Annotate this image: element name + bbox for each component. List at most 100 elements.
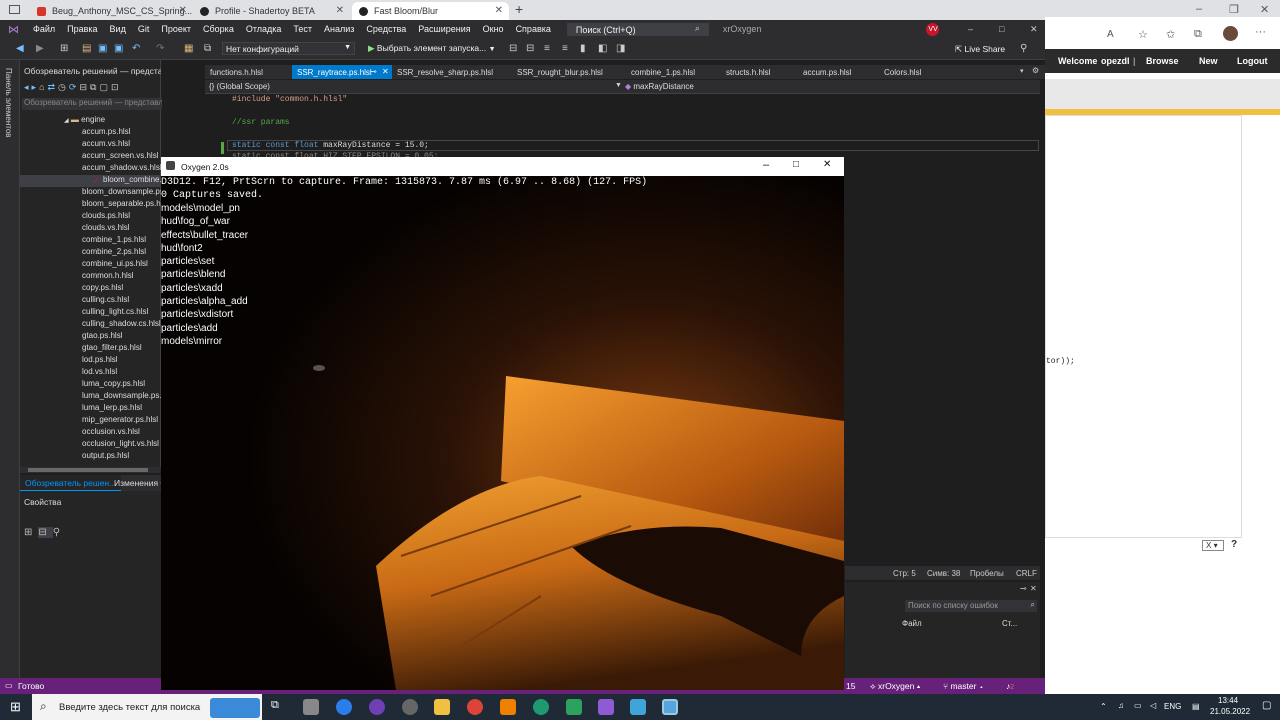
solution-file-item[interactable]: ✓copy.ps.hlsl <box>82 283 161 295</box>
taskbar-search-input[interactable]: ⌕ Введите здесь текст для поиска <box>32 694 262 720</box>
redo-icon[interactable]: ↷ <box>156 43 164 54</box>
feedback-icon[interactable]: ⚲ <box>1020 43 1027 54</box>
menu-extensions[interactable]: Расширения <box>412 24 476 34</box>
close-icon[interactable]: ✕ <box>1030 584 1037 593</box>
close-icon[interactable]: ✕ <box>382 67 389 76</box>
solution-file-item[interactable]: ✓gtao.ps.hlsl <box>82 331 161 343</box>
solution-file-item[interactable]: ✓bloom_downsample.ps.hlsl <box>82 187 161 199</box>
solution-file-item[interactable]: ✓mip_generator.ps.hlsl <box>82 415 161 427</box>
error-search-input[interactable]: Поиск по списку ошибок ⌕ <box>905 600 1037 612</box>
scope-select[interactable]: {} (Global Scope) <box>209 82 270 91</box>
profile-avatar[interactable] <box>1223 26 1238 41</box>
app-icon[interactable] <box>369 699 385 715</box>
tab-functions-h[interactable]: functions.h.hlsl <box>205 65 267 79</box>
favorites-icon[interactable]: ✩ <box>1166 28 1175 41</box>
tab-actions-icon[interactable] <box>9 5 20 14</box>
clock-date[interactable]: 21.05.2022 <box>1210 707 1250 716</box>
close-icon[interactable]: ✕ <box>1260 3 1269 16</box>
solution-file-item[interactable]: ✓common.h.hlsl <box>82 271 161 283</box>
chrome-icon[interactable] <box>467 699 483 715</box>
solution-file-item[interactable]: ✓accum_shadow.vs.hlsl <box>82 163 161 175</box>
tab-ssr-rought-blur[interactable]: SSR_rought_blur.ps.hlsl <box>512 65 607 79</box>
clock-time[interactable]: 13:44 <box>1218 696 1238 705</box>
folder-icon[interactable]: ▦ <box>184 43 193 54</box>
close-icon[interactable]: ✕ <box>1024 24 1044 35</box>
tab-combine-1[interactable]: combine_1.ps.hlsl <box>626 65 699 79</box>
language-indicator[interactable]: ENG <box>1164 702 1181 711</box>
close-icon[interactable]: ✕ <box>823 159 831 170</box>
browser-tab-3[interactable]: Fast Bloom/Blur ✕ <box>352 2 509 20</box>
solution-file-item[interactable]: ✓clouds.vs.hlsl <box>82 223 161 235</box>
new-tab-button[interactable]: + <box>515 1 523 17</box>
column-header-line[interactable]: Ст... <box>1002 619 1017 628</box>
solution-file-item[interactable]: ✓bloom_combine.ps.hlsl <box>20 175 161 187</box>
solution-file-item[interactable]: ✓occlusion_light.vs.hlsl <box>82 439 161 451</box>
steam-icon[interactable] <box>402 699 418 715</box>
solution-file-item[interactable]: ✓output.ps.hlsl <box>82 451 161 463</box>
close-icon[interactable]: ✕ <box>179 5 187 16</box>
minimize-icon[interactable]: – <box>962 24 979 34</box>
nav-browse[interactable]: Browse <box>1146 56 1179 66</box>
toolbar-icon[interactable]: ⊟ <box>526 43 534 54</box>
pending-changes-icon[interactable]: ◷ <box>58 82 69 92</box>
solution-file-item[interactable]: ✓accum.ps.hlsl <box>82 127 161 139</box>
menu-tools[interactable]: Средства <box>360 24 412 34</box>
favorites-add-icon[interactable]: ☆ <box>1138 28 1148 41</box>
new-item-icon[interactable]: ⊞ <box>60 43 68 54</box>
window-icon[interactable]: ⧉ <box>204 43 211 54</box>
toolbox-tab[interactable]: Панель элементов <box>4 68 13 138</box>
solution-file-item[interactable]: ✓accum_screen.vs.hlsl <box>82 151 161 163</box>
vlc-icon[interactable] <box>500 699 516 715</box>
chevron-up-icon[interactable]: ⌃ <box>1100 702 1107 711</box>
refresh-icon[interactable]: ⟳ <box>69 82 80 92</box>
oxygen-game-window[interactable]: Oxygen 2.0s – □ ✕ D3D12. F12, PrtScrn to… <box>161 157 844 690</box>
open-folder-icon[interactable]: ▤ <box>82 43 91 54</box>
nav-username[interactable]: opezdl <box>1101 56 1130 66</box>
tab-ssr-raytrace[interactable]: SSR_raytrace.ps.hlsl ⊸ ✕ <box>292 65 392 79</box>
solution-explorer-search[interactable]: Обозреватель решений — представление п <box>22 98 162 110</box>
volume-icon[interactable]: ◁ <box>1150 701 1156 710</box>
tab-solution-explorer[interactable]: Обозреватель решен... <box>20 475 122 491</box>
solution-file-item[interactable]: ✓accum.vs.hlsl <box>82 139 161 151</box>
menu-debug[interactable]: Отладка <box>240 24 288 34</box>
properties-icon[interactable]: ▢ <box>99 82 111 92</box>
scrollbar-thumb[interactable] <box>28 468 148 472</box>
solution-file-item[interactable]: ✓culling.cs.hlsl <box>82 295 161 307</box>
vs-search-input[interactable]: Поиск (Ctrl+Q) ⌕ <box>566 22 709 36</box>
tab-accum-ps[interactable]: accum.ps.hlsl <box>798 65 855 79</box>
menu-file[interactable]: Файл <box>27 24 61 34</box>
wrench-icon[interactable]: ⚲ <box>53 527 66 538</box>
tab-overflow-icon[interactable]: ▾ <box>1020 67 1024 75</box>
app-icon[interactable] <box>630 699 646 715</box>
back-icon[interactable]: ◂ <box>24 82 32 92</box>
help-button[interactable]: ? <box>1231 539 1237 550</box>
read-aloud-icon[interactable]: A <box>1107 29 1114 40</box>
tab-structs-h[interactable]: structs.h.hlsl <box>721 65 774 79</box>
solution-file-item[interactable]: ✓lod.ps.hlsl <box>82 355 161 367</box>
minimize-icon[interactable]: – <box>1196 3 1202 15</box>
outdent-icon[interactable]: ≡ <box>562 43 568 54</box>
app-icon[interactable] <box>566 699 582 715</box>
solution-file-item[interactable]: ✓gtao_filter.ps.hlsl <box>82 343 161 355</box>
gear-icon[interactable]: ⚙ <box>1032 66 1039 75</box>
firefox-icon[interactable] <box>336 699 352 715</box>
toolbar-icon[interactable]: ⊟ <box>509 43 517 54</box>
user-avatar[interactable]: VV <box>926 23 939 36</box>
close-icon[interactable]: ✕ <box>495 5 503 16</box>
calculator-icon[interactable] <box>303 699 319 715</box>
nav-logout[interactable]: Logout <box>1237 56 1268 66</box>
tab-ssr-resolve[interactable]: SSR_resolve_sharp.ps.hlsl <box>392 65 497 79</box>
oxygen-app-icon[interactable] <box>662 699 678 715</box>
solution-file-item[interactable]: ✓bloom_separable.ps.hlsl <box>82 199 161 211</box>
indent-mode[interactable]: Пробелы <box>970 569 1004 578</box>
browser-tab-2[interactable]: Profile - Shadertoy BETA ✕ <box>193 2 350 20</box>
file-explorer-icon[interactable] <box>434 699 450 715</box>
keyboard-icon[interactable]: ▤ <box>1192 702 1200 711</box>
line-number[interactable]: Стр: 5 <box>893 569 916 578</box>
tab-git-changes[interactable]: Изменения G <box>114 478 167 488</box>
undo-icon[interactable]: ↶ <box>132 43 140 54</box>
menu-project[interactable]: Проект <box>155 24 197 34</box>
bookmark-prev-icon[interactable]: ◧ <box>598 43 607 54</box>
collections-icon[interactable]: ⧉ <box>1194 28 1202 41</box>
live-share-button[interactable]: ⇱ Live Share <box>955 44 1005 55</box>
